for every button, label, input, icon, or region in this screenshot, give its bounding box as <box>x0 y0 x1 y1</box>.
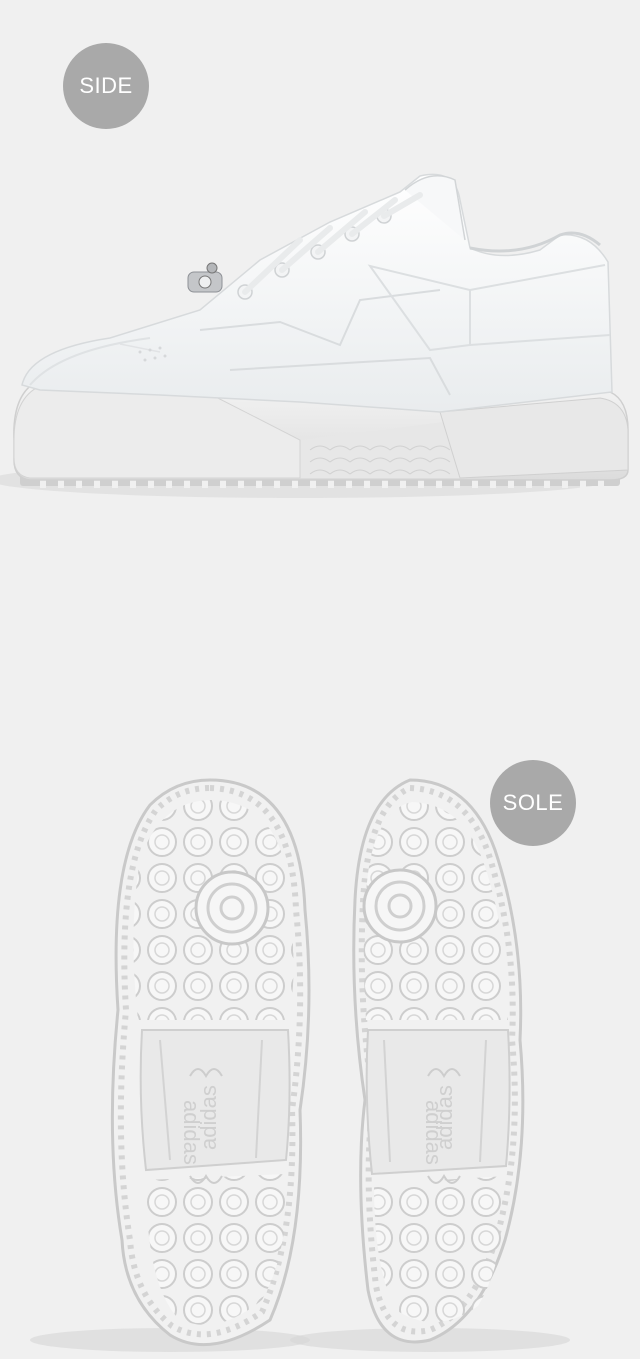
sneaker-sole-image: adidas adidas adidas adidas <box>30 778 570 1352</box>
jewel-charm-icon <box>187 262 223 293</box>
right-sole <box>352 778 525 1344</box>
side-view-panel: SIDE <box>0 0 640 680</box>
shoe-upper <box>21 173 613 413</box>
sole-view-panel: SOLE adidas adidas adidas adidas <box>0 680 640 1359</box>
left-sole <box>110 778 311 1347</box>
sneaker-side-image <box>0 173 629 498</box>
left-brand-text-2: adidas <box>196 1085 221 1150</box>
right-brand-text-2: adidas <box>432 1085 457 1150</box>
